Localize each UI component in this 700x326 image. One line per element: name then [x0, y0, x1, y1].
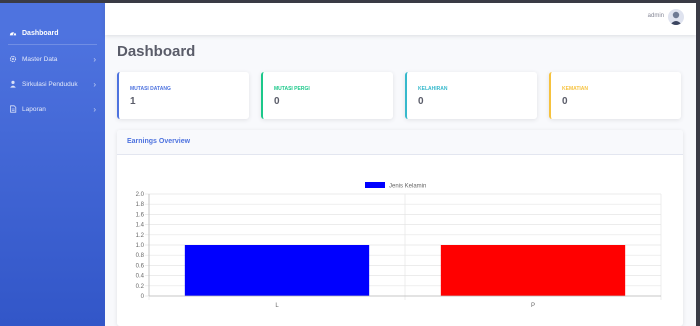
card-label: MUTASI DATANG [130, 86, 171, 92]
legend-label: Jenis Kelamin [389, 184, 426, 190]
bar-chart: Jenis Kelamin 0 0.2 0.4 0.6 0.8 1.0 1.2 1.4 1.6 1.… [136, 182, 662, 309]
sidebar-item-label: Laporan [22, 105, 46, 113]
legend-swatch [365, 182, 385, 188]
card-mutasi-datang: MUTASI DATANG 1 [117, 72, 249, 119]
x-tick-label: L [275, 303, 279, 309]
card-label: KELAHIRAN [418, 86, 448, 92]
y-tick-label: 1.0 [136, 243, 145, 249]
chevron-right-icon: › [93, 104, 96, 114]
card-value: 0 [562, 96, 568, 107]
card-value: 0 [418, 96, 424, 107]
y-tick-label: 0.4 [136, 274, 145, 280]
sidebar-item-dashboard[interactable]: Dashboard [9, 25, 59, 41]
y-tick-label: 1.4 [136, 223, 145, 229]
dashboard-icon [9, 32, 17, 36]
page-title: Dashboard [117, 43, 196, 60]
sidebar-item-label: Master Data [22, 55, 58, 63]
y-tick-label: 0.2 [136, 284, 145, 290]
y-tick-label: 1.8 [136, 202, 145, 208]
y-tick-label: 0 [141, 294, 145, 300]
card-kelahiran: KELAHIRAN 0 [405, 72, 537, 119]
gear-icon [9, 55, 17, 63]
avatar-icon [670, 11, 682, 25]
chevron-right-icon: › [93, 54, 96, 64]
sidebar-divider [8, 44, 97, 45]
chart-card: Earnings Overview Jenis Kelamin 0 0.2 0.4 0.… [117, 130, 683, 326]
y-tick-label: 2.0 [136, 192, 145, 198]
card-value: 0 [274, 96, 280, 107]
user-name[interactable]: admin [648, 13, 664, 19]
file-icon [10, 105, 17, 113]
y-tick-label: 0.8 [136, 253, 145, 259]
chart-card-header: Earnings Overview [117, 130, 683, 155]
card-label: KEMATIAN [562, 86, 589, 92]
card-mutasi-pergi: MUTASI PERGI 0 [261, 72, 393, 119]
chart-card-title: Earnings Overview [127, 138, 191, 145]
card-value: 1 [130, 96, 136, 107]
card-label: MUTASI PERGI [274, 86, 310, 92]
avatar[interactable] [668, 9, 684, 25]
sidebar-item-master-data[interactable]: Master Data › [9, 52, 96, 66]
chevron-right-icon: › [93, 79, 96, 89]
sidebar-item-sirkulasi-penduduk[interactable]: Sirkulasi Penduduk › [9, 77, 96, 91]
user-icon [10, 80, 16, 88]
sidebar-item-laporan[interactable]: Laporan › [9, 102, 96, 116]
sidebar-brand-label: Dashboard [22, 29, 59, 37]
bar-p [440, 245, 626, 296]
x-tick-label: P [531, 303, 535, 309]
card-kematian: KEMATIAN 0 [549, 72, 681, 119]
y-tick-label: 0.6 [136, 263, 145, 269]
topbar: admin [105, 3, 696, 35]
sidebar: Dashboard Master Data › Sirkulasi Pendud… [0, 3, 105, 326]
bar-l [184, 245, 370, 296]
y-tick-label: 1.2 [136, 233, 145, 239]
sidebar-item-label: Sirkulasi Penduduk [22, 80, 78, 88]
y-tick-label: 1.6 [136, 212, 145, 218]
